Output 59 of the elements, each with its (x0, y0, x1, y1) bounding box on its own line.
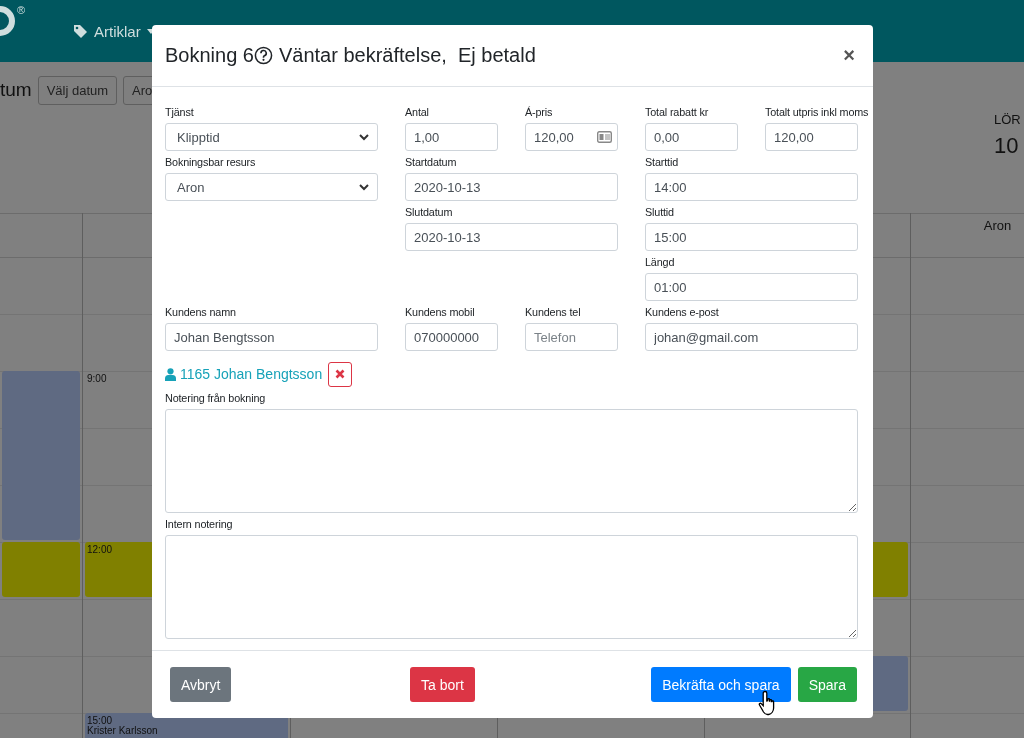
input-field[interactable]: 14:00 (645, 173, 858, 201)
page-heading: tum (0, 79, 32, 101)
close-button[interactable]: × (839, 44, 859, 67)
input-field[interactable]: 0,00 (645, 123, 738, 151)
field-label: Starttid (645, 156, 678, 169)
dropdown[interactable]: Aron (165, 173, 378, 201)
field-label: Totalt utpris inkl moms (765, 106, 869, 119)
field-label: Längd (645, 256, 675, 269)
nav-item[interactable]: Artiklar (73, 22, 155, 40)
input-field[interactable]: Telefon (525, 323, 618, 351)
dialog-title: Bokning 6 (165, 44, 254, 67)
field-label: Kundens e-post (645, 306, 719, 319)
field-label: Kundens mobil (405, 306, 475, 319)
input-field[interactable]: Johan Bengtsson (165, 323, 378, 351)
field-label: Kundens namn (165, 306, 236, 319)
input-field[interactable]: 120,00 (765, 123, 858, 151)
column-header: Aron (911, 213, 1024, 258)
field-label: Antal (405, 106, 429, 119)
user-icon (165, 367, 176, 381)
field-label: Startdatum (405, 156, 457, 169)
input-field[interactable]: 2020-10-13 (405, 173, 618, 201)
input-field[interactable]: 15:00 (645, 223, 858, 251)
dropdown[interactable]: Klipptid (165, 123, 378, 151)
field-label: Intern notering (165, 518, 233, 531)
tag-icon (73, 23, 88, 39)
booking-block[interactable] (2, 371, 80, 540)
chevron-down-icon (359, 183, 369, 191)
card-icon (597, 131, 612, 143)
day-number: 10 (994, 133, 1019, 159)
field-label: Kundens tel (525, 306, 581, 319)
dialog-button[interactable]: Ta bort (410, 667, 475, 702)
close-icon (335, 369, 346, 379)
logo-icon (0, 6, 17, 36)
input-field[interactable]: 01:00 (645, 273, 858, 301)
field-label: Total rabatt kr (645, 106, 709, 119)
input-field[interactable]: 070000000 (405, 323, 498, 351)
input-field[interactable]: 2020-10-13 (405, 223, 618, 251)
question-icon (253, 46, 273, 65)
field-label: Sluttid (645, 206, 674, 219)
input-field[interactable]: johan@gmail.com (645, 323, 858, 351)
weekday-label: LÖR (994, 112, 1021, 127)
remove-customer-button[interactable] (328, 361, 353, 387)
booking-status: Väntar bekräftelse, Ej betald (278, 44, 536, 67)
time-label: 9:00 (86, 372, 108, 386)
toolbar-button[interactable]: Välj datum (37, 75, 118, 105)
chevron-down-icon (359, 133, 369, 141)
registered-mark: ® (17, 4, 26, 16)
field-label: Notering från bokning (165, 392, 266, 405)
field-label: Á-pris (525, 106, 553, 119)
input-field[interactable]: 120,00 (525, 123, 618, 151)
field-label: Bokningsbar resurs (165, 156, 256, 169)
field-label: Tjänst (165, 106, 194, 119)
booking-block[interactable] (2, 542, 80, 597)
input-field[interactable]: 1,00 (405, 123, 498, 151)
notes-textarea[interactable] (165, 535, 858, 639)
notes-textarea[interactable] (165, 409, 858, 513)
dialog-button[interactable]: Avbryt (170, 667, 232, 702)
field-label: Slutdatum (405, 206, 453, 219)
dialog-button[interactable]: Bekräfta och spara (651, 667, 791, 702)
